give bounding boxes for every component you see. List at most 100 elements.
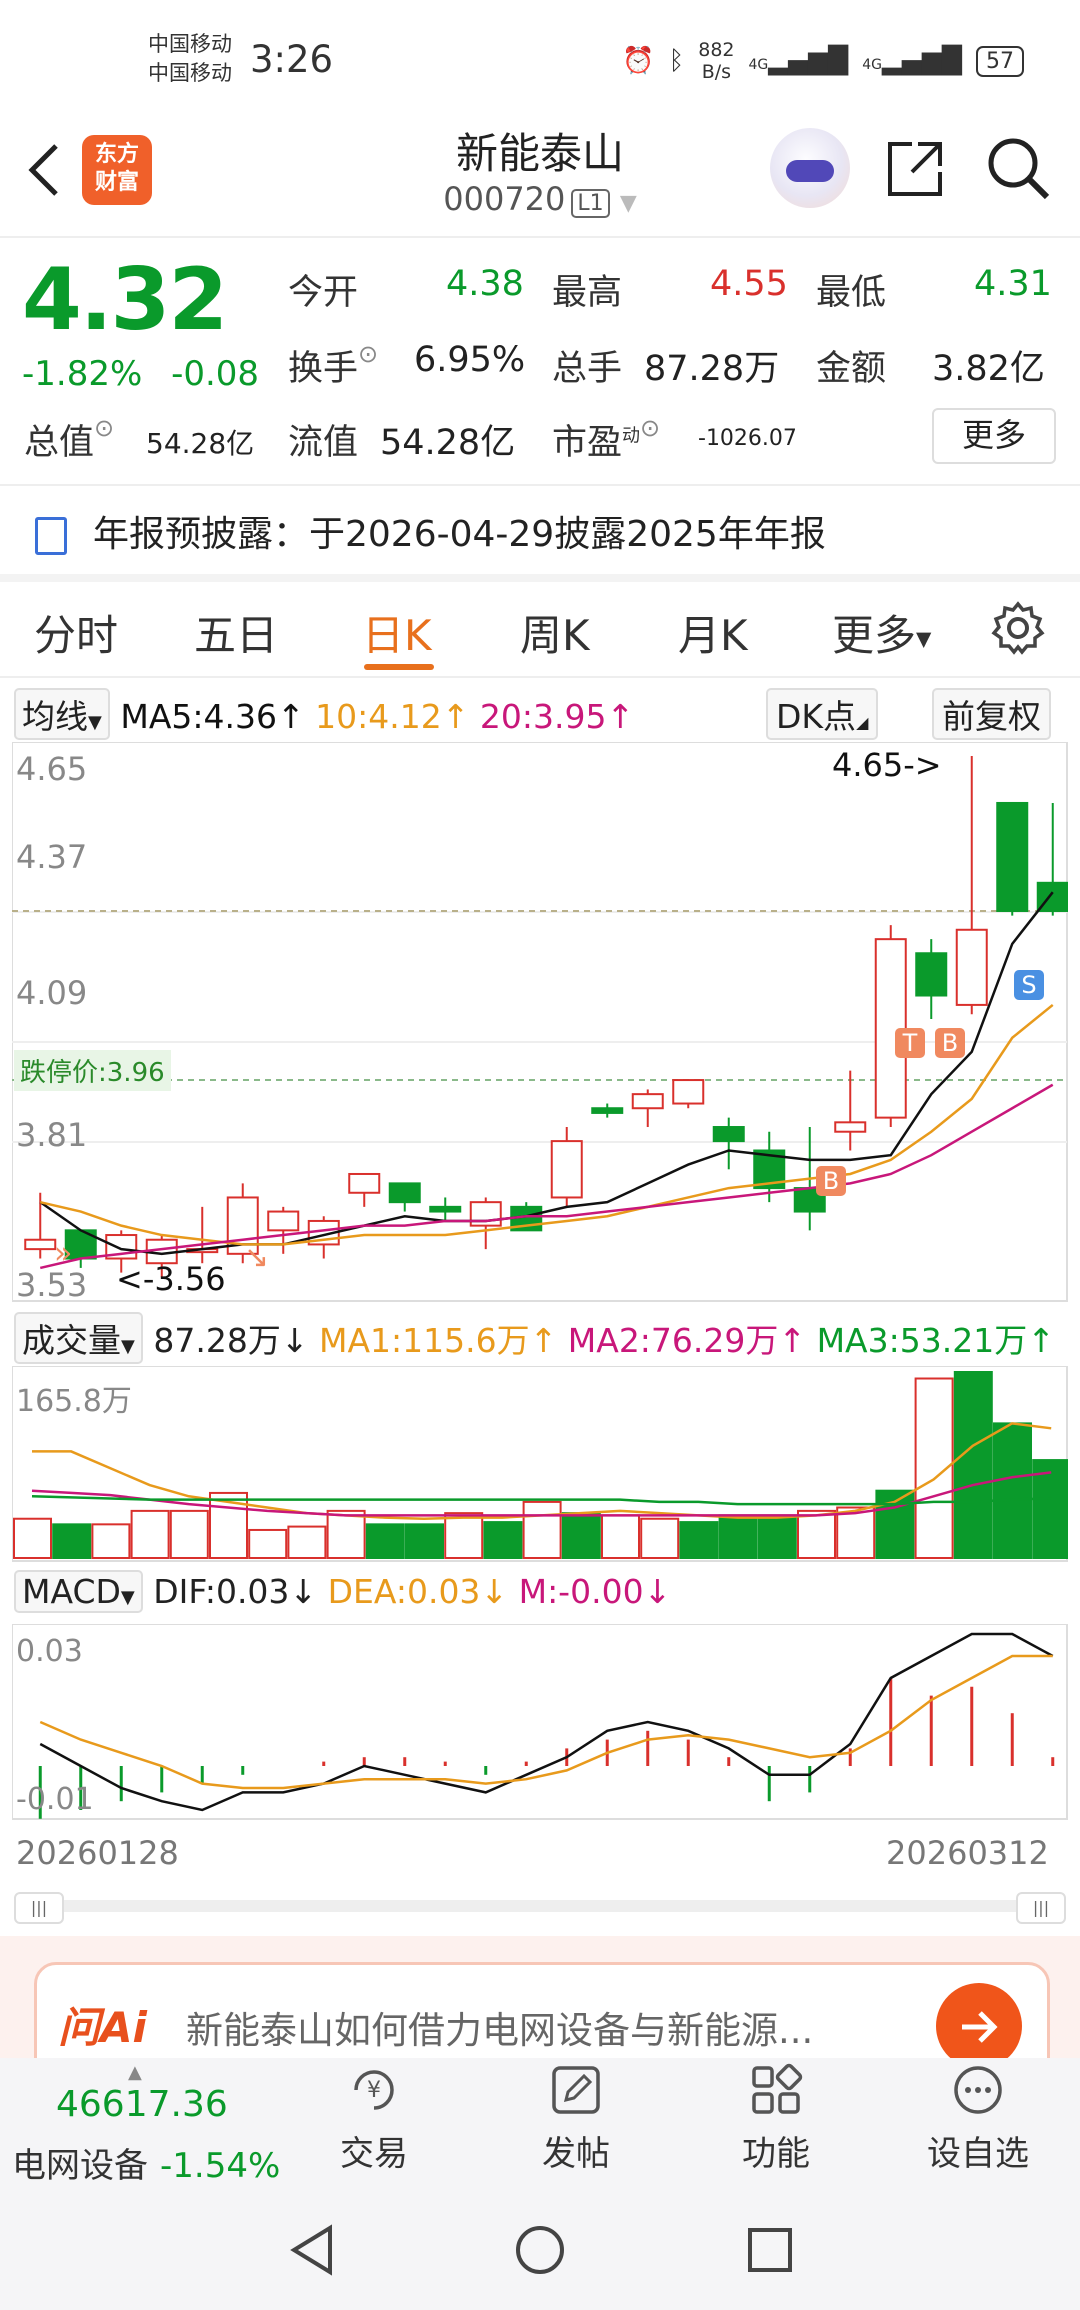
edit-icon xyxy=(552,2066,600,2114)
add-watchlist-button[interactable]: 设自选 xyxy=(918,2062,1038,2175)
vol-ma1: MA1:115.6万↑ xyxy=(318,1321,558,1360)
share-icon[interactable] xyxy=(884,138,946,200)
tab-more[interactable]: 更多▼ xyxy=(832,602,931,663)
tab-five-day[interactable]: 五日 xyxy=(194,602,278,663)
open-value: 4.38 xyxy=(446,264,524,304)
nav-recents-icon[interactable] xyxy=(742,2222,798,2278)
index-value[interactable]: 46617.36 xyxy=(56,2084,228,2125)
signal-b-badge-1[interactable]: B xyxy=(935,1028,965,1058)
pe-value: -1026.07 xyxy=(698,426,797,451)
candle-body xyxy=(996,801,1029,912)
net-speed-value: 882 xyxy=(698,39,735,61)
signal-2-label: 4G xyxy=(862,57,883,73)
ma-selector[interactable]: 均线▼ xyxy=(14,688,110,740)
more-button[interactable]: 更多 xyxy=(932,408,1056,464)
y-axis-label-1: 4.65 xyxy=(16,750,88,788)
function-button[interactable]: 功能 xyxy=(716,2062,836,2175)
dk-point-button[interactable]: DK点◢ xyxy=(766,688,879,740)
post-button[interactable]: 发帖 xyxy=(516,2062,636,2175)
low-label: 最低 xyxy=(816,273,887,313)
mktcap-label: 总值⊙ xyxy=(24,414,114,465)
volume-bar xyxy=(287,1525,327,1559)
section-divider xyxy=(0,574,1080,582)
carrier-2: 中国移动 xyxy=(148,61,232,85)
chevron-down-icon: ▼ xyxy=(619,191,637,216)
signal-s-badge[interactable]: S xyxy=(1014,970,1044,1000)
bluetooth-icon: ᛒ xyxy=(668,46,685,76)
ma10-value: 10:4.12↑ xyxy=(315,697,470,736)
macd-chart[interactable] xyxy=(12,1624,1068,1820)
turnover-value: 6.95% xyxy=(414,340,526,380)
candle-body xyxy=(388,1182,421,1204)
range-handle-right[interactable]: ||| xyxy=(1016,1892,1066,1924)
candle-body xyxy=(955,928,988,1006)
tab-daily-k[interactable]: 日K xyxy=(362,602,432,663)
amount-value: 3.82亿 xyxy=(932,349,1045,389)
macd-selector[interactable]: MACD▼ xyxy=(14,1570,143,1613)
pe-label: 市盈动⊙ xyxy=(552,414,660,465)
volume-chart[interactable] xyxy=(12,1366,1068,1562)
tab-monthly-k[interactable]: 月K xyxy=(678,602,748,663)
open-label: 今开 xyxy=(288,273,359,313)
double-chevron-icon: » xyxy=(54,1236,73,1271)
info-icon-2[interactable]: ⊙ xyxy=(94,414,114,442)
ai-assistant-icon[interactable] xyxy=(770,128,850,208)
info-icon[interactable]: ⊙ xyxy=(358,340,378,368)
index-name: 电网设备 xyxy=(12,2146,148,2186)
level-badge: L1 xyxy=(571,189,610,218)
limit-down-label: 跌停价:3.96 xyxy=(14,1050,171,1091)
watchlist-label: 设自选 xyxy=(927,2134,1029,2174)
index-row[interactable]: 电网设备 -1.54% xyxy=(12,2138,280,2187)
info-icon-3[interactable]: ⊙ xyxy=(640,414,660,442)
tab-intraday[interactable]: 分时 xyxy=(34,602,118,663)
index-change: -1.54% xyxy=(160,2146,281,2186)
ma20-value: 20:3.95↑ xyxy=(479,697,635,736)
nav-back-icon[interactable] xyxy=(284,2222,340,2278)
range-handle-left[interactable]: ||| xyxy=(14,1892,64,1924)
signal-b-badge-2[interactable]: B xyxy=(816,1166,846,1196)
y-axis-label-5: 3.53 xyxy=(16,1266,88,1304)
range-slider-track[interactable] xyxy=(14,1900,1066,1912)
caret-down-icon-2: ▼ xyxy=(88,712,102,733)
signal-t-badge[interactable]: T xyxy=(895,1028,925,1058)
volume-bar xyxy=(797,1509,836,1560)
volume-bar xyxy=(522,1500,562,1559)
candle-body xyxy=(348,1172,381,1194)
macd-dif: DIF:0.03↓ xyxy=(153,1572,318,1611)
y-axis-label-4: 3.81 xyxy=(16,1116,88,1154)
volume-bar xyxy=(561,1512,601,1560)
settings-gear-icon[interactable] xyxy=(990,600,1046,656)
nav-home-icon[interactable] xyxy=(512,2222,568,2278)
tab-weekly-k[interactable]: 周K xyxy=(520,602,590,663)
y-axis-label-2: 4.37 xyxy=(16,838,88,876)
macd-axis-top: 0.03 xyxy=(16,1634,83,1669)
volume-bar xyxy=(993,1422,1032,1559)
kline-chart[interactable] xyxy=(12,742,1068,1302)
amount-label: 金额 xyxy=(816,349,887,389)
macd_dea-line xyxy=(39,1654,1053,1790)
annual-report-notice[interactable]: 年报预披露：于2026-04-29披露2025年年报 xyxy=(35,505,826,557)
adjust-button[interactable]: 前复权 xyxy=(932,688,1051,740)
document-icon xyxy=(35,517,67,555)
search-icon[interactable] xyxy=(985,135,1051,201)
float-label: 流值 xyxy=(288,423,359,463)
vol-ma2: MA2:76.29万↑ xyxy=(567,1321,807,1360)
min-price-marker: <-3.56 xyxy=(116,1260,226,1298)
post-label: 发帖 xyxy=(542,2134,610,2174)
ma5-value: MA5:4.36↑ xyxy=(120,697,305,736)
ask-ai-question[interactable]: 新能泰山如何借力电网设备与新能源... xyxy=(186,2000,916,2054)
volume-bar xyxy=(953,1371,993,1559)
signal-1-label: 4G xyxy=(748,57,769,73)
volume-label: 总手 xyxy=(552,349,623,389)
chart-tabs: 分时 五日 日K 周K 月K 更多▼ xyxy=(0,588,1080,670)
volume-bar xyxy=(483,1521,523,1560)
svg-text:¥: ¥ xyxy=(367,2078,381,2103)
trade-button[interactable]: ¥ 交易 xyxy=(314,2062,434,2175)
turnover-label-text: 换手 xyxy=(288,349,359,389)
volume-selector[interactable]: 成交量▼ xyxy=(14,1312,143,1364)
volume-bar xyxy=(718,1514,758,1560)
arrow-right-icon xyxy=(962,2011,998,2043)
clock: 3:26 xyxy=(250,38,334,81)
candle-body xyxy=(429,1205,462,1213)
volume-bar xyxy=(52,1523,92,1560)
